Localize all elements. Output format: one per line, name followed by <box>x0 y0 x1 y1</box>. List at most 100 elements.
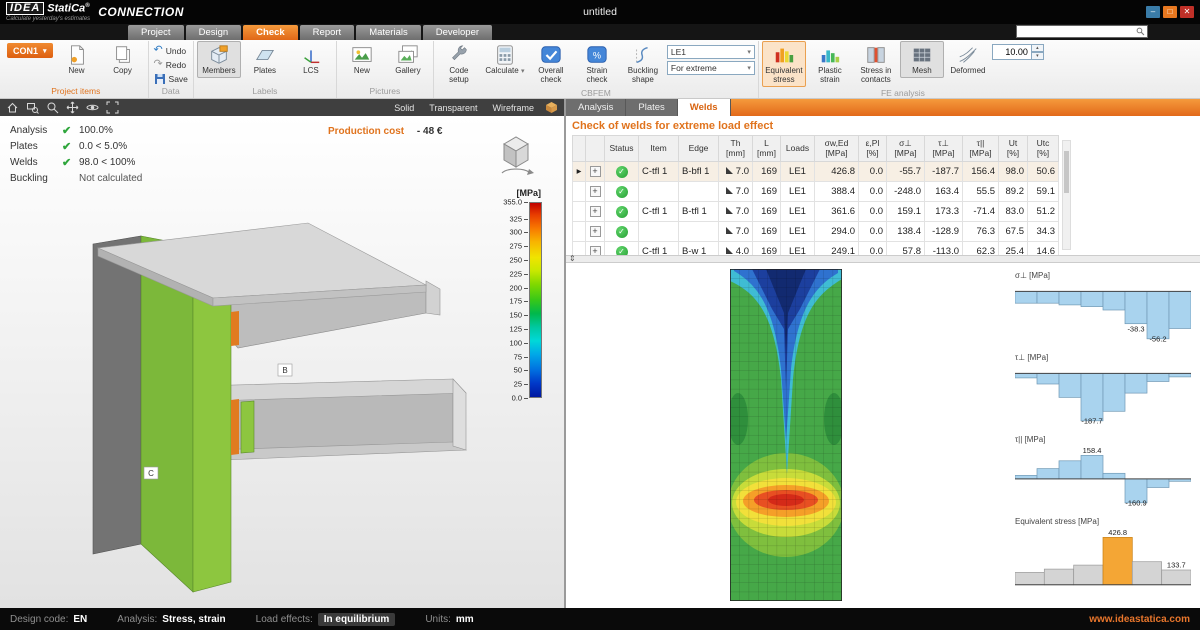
check-value: Not calculated <box>79 173 142 184</box>
chart-title: τ⊥ [MPa] <box>1015 353 1195 362</box>
scale-tick-mark <box>524 343 528 344</box>
search-box[interactable] <box>1016 25 1148 38</box>
deformed-scale-input[interactable] <box>992 44 1032 60</box>
horizontal-splitter[interactable]: ⇕ <box>566 255 1200 263</box>
extreme-filter-select[interactable]: For extreme▾ <box>667 61 755 75</box>
deformed-scale-spinner[interactable]: ▴ ▾ <box>992 44 1044 60</box>
equivalent-stress-button[interactable]: Equivalent stress <box>762 41 806 87</box>
undo-button[interactable]: ↶Undo <box>152 44 190 57</box>
gallery-button[interactable]: Gallery <box>386 41 430 78</box>
table-row[interactable]: +✓7.0169LE1388.40.0-248.0163.455.589.259… <box>573 182 1059 202</box>
sigma-perp-cell: 57.8 <box>887 242 925 256</box>
search-input[interactable] <box>1017 27 1136 37</box>
new-picture-button[interactable]: New <box>340 41 384 78</box>
table-row[interactable]: +✓7.0169LE1294.00.0138.4-128.976.367.534… <box>573 222 1059 242</box>
plastic-strain-button[interactable]: Plastic strain <box>808 41 852 87</box>
spin-down-icon[interactable]: ▾ <box>1032 52 1044 60</box>
weld-stress-charts: σ⊥ [MPa]-38.3-56.2τ⊥ [MPa]-187.7τ|| [MPa… <box>1015 271 1195 599</box>
expand-row-button[interactable]: + <box>590 206 601 217</box>
check-status-panel: Analysis✔100.0%Plates✔0.0 < 5.0%Welds✔98… <box>10 122 142 186</box>
con1-dropdown[interactable]: CON1▾ <box>7 43 53 58</box>
copy-project-item-button[interactable]: Copy <box>101 41 145 78</box>
display-mode-solid[interactable]: Solid <box>390 103 418 113</box>
equivalent-stress-icon <box>772 44 796 66</box>
save-button[interactable]: Save <box>152 72 190 85</box>
weld-icon <box>726 227 733 234</box>
ut-cell: 67.5 <box>999 222 1028 242</box>
scrollbar-thumb[interactable] <box>1064 151 1069 193</box>
column-header: ε,Pl [%] <box>859 136 887 162</box>
lcs-labels-button[interactable]: LCS <box>289 41 333 78</box>
zoom-fit-icon[interactable] <box>106 101 119 114</box>
website-link[interactable]: www.ideastatica.com <box>1089 614 1190 625</box>
results-tab-welds[interactable]: Welds <box>678 99 731 116</box>
utc-cell: 34.3 <box>1028 222 1059 242</box>
display-cube-icon[interactable] <box>545 101 558 114</box>
pan-icon[interactable] <box>66 101 79 114</box>
check-name: Buckling <box>10 173 62 184</box>
scale-unit: [MPa] <box>482 188 542 198</box>
expand-row-button[interactable]: + <box>590 226 601 237</box>
results-tab-analysis[interactable]: Analysis <box>566 99 626 116</box>
members-labels-button[interactable]: Members <box>197 41 241 78</box>
results-tab-plates[interactable]: Plates <box>626 99 677 116</box>
minimize-button[interactable]: – <box>1146 6 1160 18</box>
splitter-handle-icon[interactable]: ⇕ <box>569 256 576 262</box>
home-view-icon[interactable] <box>6 101 19 114</box>
close-button[interactable]: ✕ <box>1180 6 1194 18</box>
eps-pl-cell: 0.0 <box>859 162 887 182</box>
display-mode-transparent[interactable]: Transparent <box>425 103 481 113</box>
table-row[interactable]: +✓C-tfl 1B-w 14.0169LE1249.10.057.8-113.… <box>573 242 1059 256</box>
welds-table: StatusItemEdgeTh [mm]L [mm]Loadsσw,Ed [M… <box>572 135 1059 255</box>
code-setup-button[interactable]: Code setup <box>437 41 481 87</box>
group-label-cbfem: CBFEM <box>437 87 755 100</box>
orbit-icon[interactable] <box>86 101 99 114</box>
redo-button[interactable]: ↷Redo <box>152 58 190 71</box>
display-mode-wireframe[interactable]: Wireframe <box>488 103 538 113</box>
maximize-button[interactable]: □ <box>1163 6 1177 18</box>
zoom-icon[interactable] <box>46 101 59 114</box>
ribbon-tab-design[interactable]: Design <box>186 25 242 40</box>
ribbon-tab-project[interactable]: Project <box>128 25 184 40</box>
expand-row-button[interactable]: + <box>590 166 601 177</box>
new-project-item-button[interactable]: New <box>55 41 99 78</box>
scale-tick: 200 <box>509 283 522 292</box>
buckling-shape-button[interactable]: Buckling shape <box>621 41 665 87</box>
tau-perp-cell: -187.7 <box>925 162 963 182</box>
viewport-3d[interactable]: Analysis✔100.0%Plates✔0.0 < 5.0%Welds✔98… <box>0 116 564 608</box>
overall-check-button[interactable]: Overall check <box>529 41 573 87</box>
statusbar-label: Design code: <box>10 614 68 625</box>
column-header: τ|| [MPa] <box>963 136 999 162</box>
expand-row-button[interactable]: + <box>590 246 601 255</box>
th-cell: 7.0 <box>719 222 753 242</box>
ribbon-group-data: ↶Undo ↷Redo Save Data <box>148 41 193 98</box>
ribbon-tab-developer[interactable]: Developer <box>423 25 492 40</box>
chart-title: Equivalent stress [MPa] <box>1015 517 1195 526</box>
welds-check-section: Check of welds for extreme load effect S… <box>566 116 1200 255</box>
th-cell: 4.0 <box>719 242 753 256</box>
ribbon-tab-report[interactable]: Report <box>300 25 355 40</box>
load-effect-select[interactable]: LE1▾ <box>667 45 755 59</box>
welds-check-title: Check of welds for extreme load effect <box>572 120 1200 132</box>
weld-haunch <box>231 311 239 346</box>
table-scrollbar[interactable] <box>1062 140 1071 250</box>
orientation-cube[interactable] <box>494 132 538 181</box>
chevron-down-icon: ▾ <box>747 48 751 56</box>
calculate-button[interactable]: Calculate ▾ <box>483 41 527 78</box>
mesh-button[interactable]: Mesh <box>900 41 944 78</box>
expand-row-button[interactable]: + <box>590 186 601 197</box>
ribbon: CON1▾ New Copy Project items ↶Undo ↷Redo… <box>0 40 1200 99</box>
deformed-button[interactable]: Deformed <box>946 41 990 78</box>
stress-in-contacts-button[interactable]: Stress in contacts <box>854 41 898 87</box>
svg-text:-187.7: -187.7 <box>1081 417 1102 426</box>
table-row[interactable]: +✓C-tfl 1B-tfl 17.0169LE1361.60.0159.117… <box>573 202 1059 222</box>
zoom-window-icon[interactable] <box>26 101 39 114</box>
table-row[interactable]: ▸+✓C-tfl 1B-bfl 17.0169LE1426.80.0-55.7-… <box>573 162 1059 182</box>
ribbon-tab-check[interactable]: Check <box>243 25 298 40</box>
ribbon-tab-materials[interactable]: Materials <box>356 25 421 40</box>
model-3d[interactable]: B C <box>28 214 498 604</box>
plates-labels-button[interactable]: Plates <box>243 41 287 78</box>
svg-text:B: B <box>282 366 287 375</box>
spin-up-icon[interactable]: ▴ <box>1032 44 1044 52</box>
strain-check-button[interactable]: % Strain check <box>575 41 619 87</box>
